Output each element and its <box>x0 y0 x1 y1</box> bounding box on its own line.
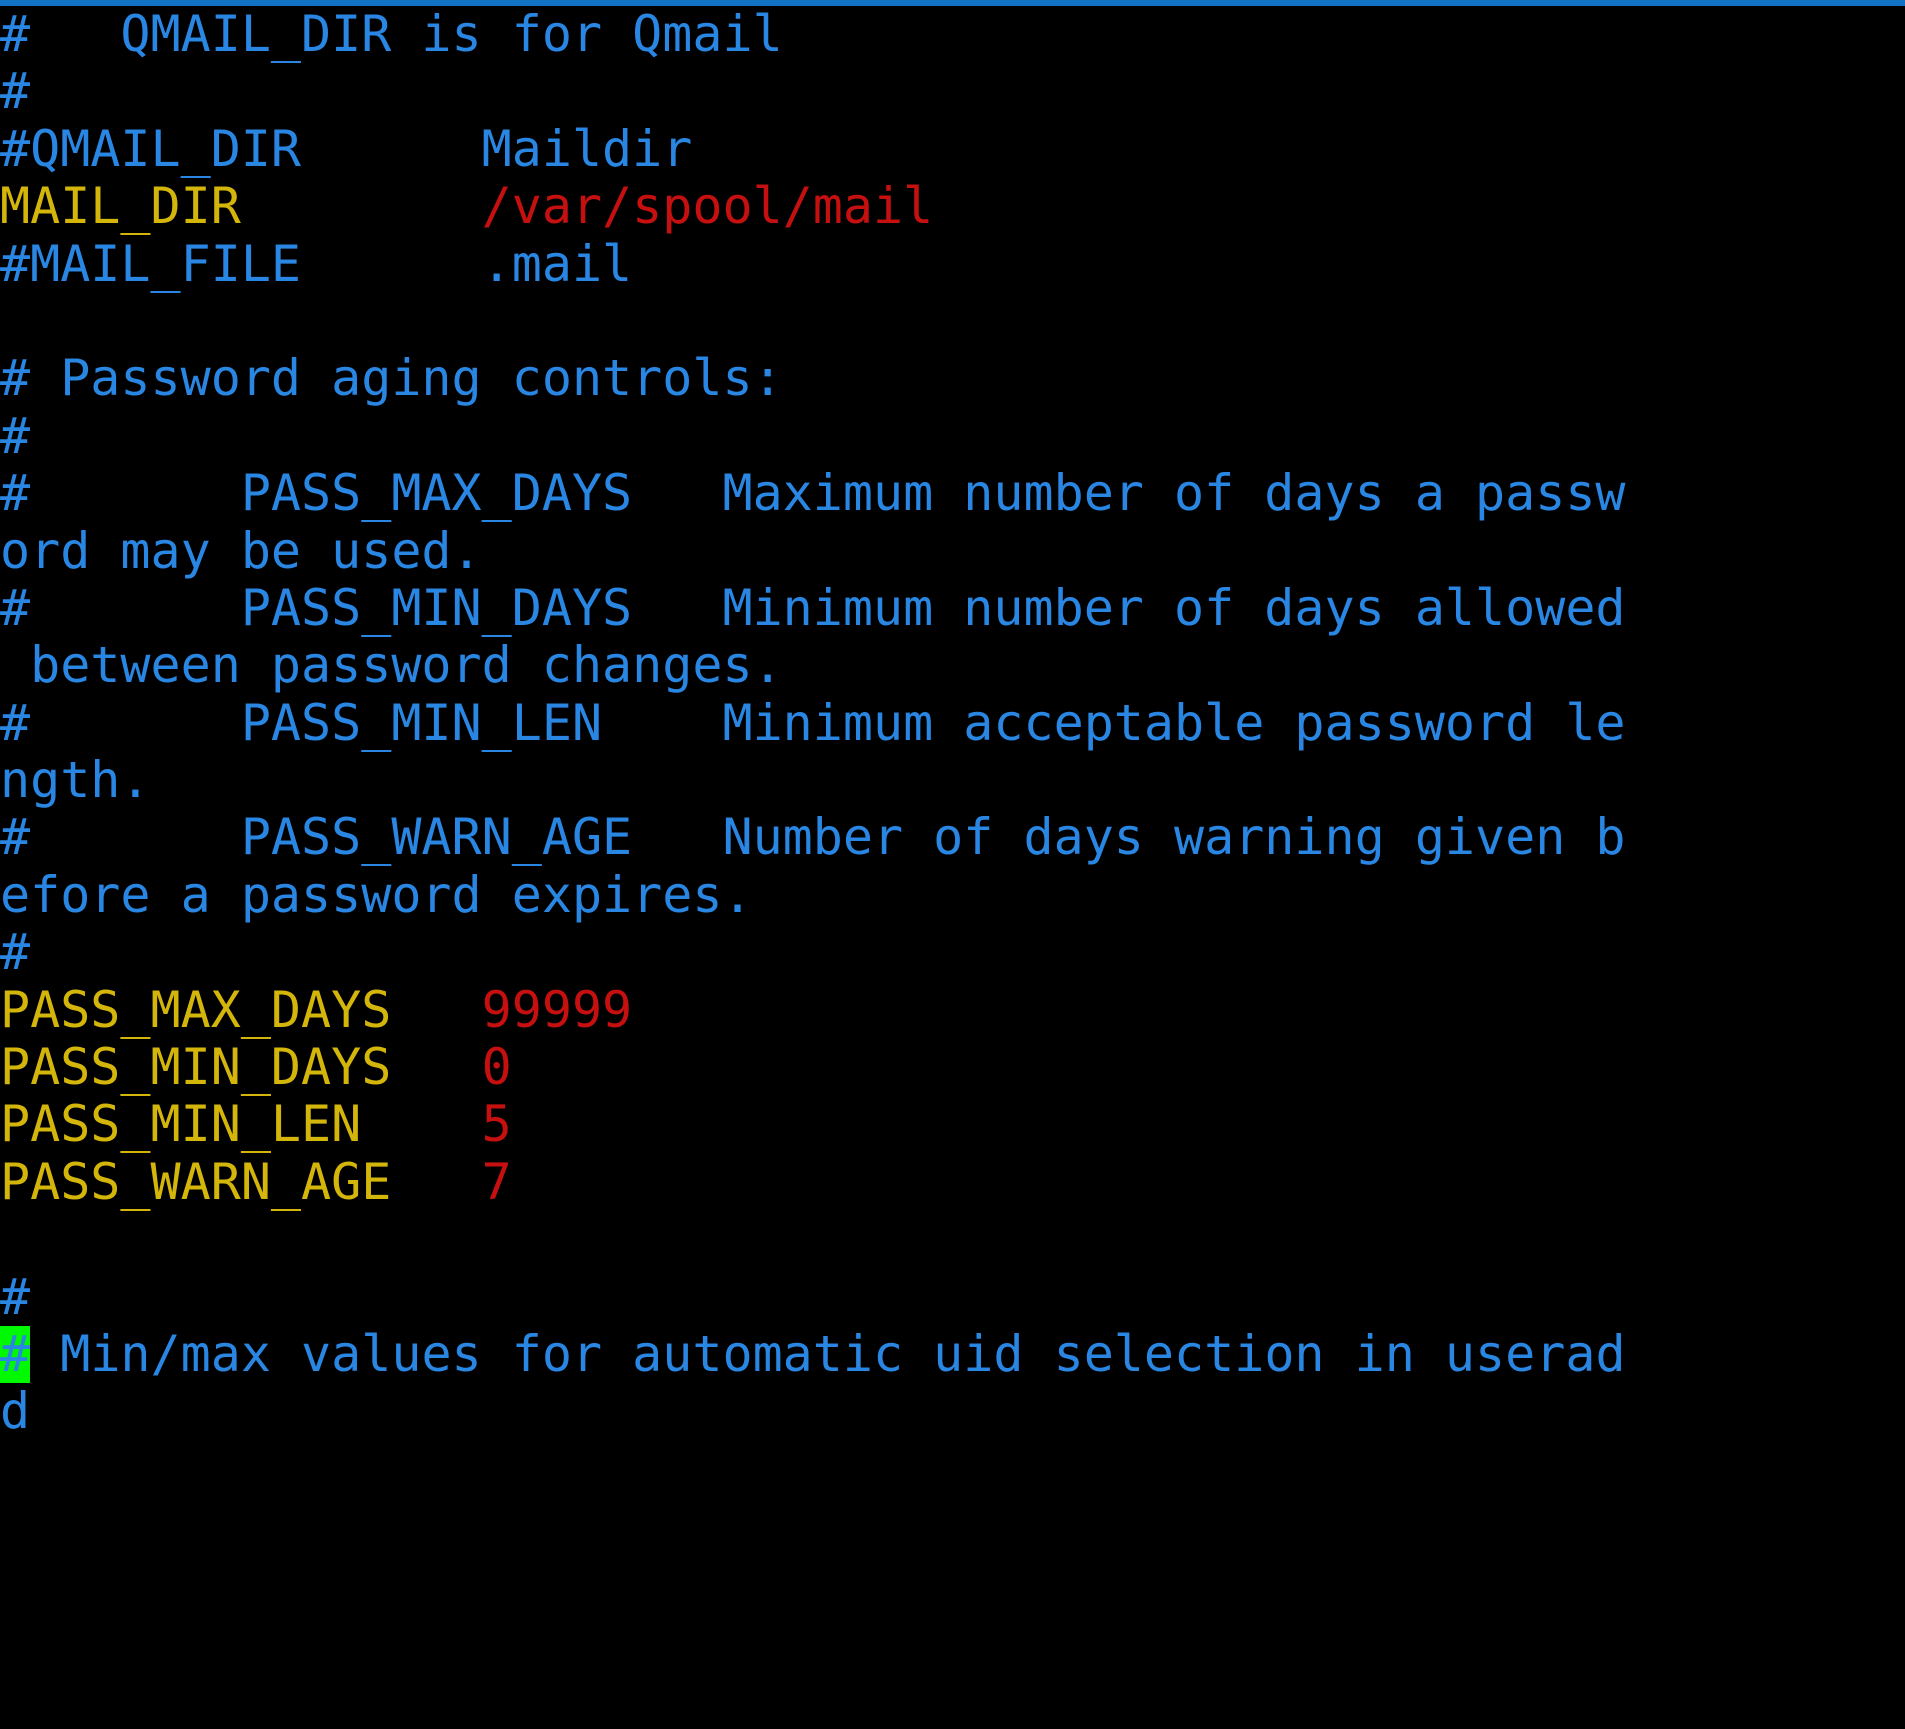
editor-line-segment-comment: ngth. <box>0 751 151 810</box>
editor-line-segment-keyword: PASS_MIN_DAYS <box>0 1038 482 1097</box>
editor-line-segment-keyword: PASS_MAX_DAYS <box>0 980 482 1039</box>
editor-line-segment-comment: efore a password expires. <box>0 865 753 924</box>
editor-line[interactable] <box>0 293 1905 350</box>
editor-line-segment-comment: ord may be used. <box>0 521 482 580</box>
editor-line[interactable]: efore a password expires. <box>0 865 1905 924</box>
editor-line[interactable]: # Password aging controls: <box>0 350 1905 407</box>
editor-line[interactable]: ord may be used. <box>0 521 1905 580</box>
editor-line-segment-comment: #QMAIL_DIR Maildir <box>0 119 693 178</box>
editor-line-segment-comment: # <box>0 406 31 465</box>
editor-line-segment-comment: # PASS_MIN_LEN Minimum acceptable passwo… <box>0 693 1626 752</box>
editor-line-segment-comment: # PASS_MAX_DAYS Maximum number of days a… <box>0 464 1626 523</box>
editor-line-segment-value: 5 <box>481 1095 512 1154</box>
editor-line-segment-comment: Min/max values for automatic uid selecti… <box>30 1324 1626 1383</box>
editor-line[interactable]: # <box>0 1267 1905 1326</box>
editor-line[interactable]: #MAIL_FILE .mail <box>0 234 1905 293</box>
editor-line[interactable]: PASS_MAX_DAYS 99999 <box>0 980 1905 1039</box>
editor-line-segment-comment: between password changes. <box>0 636 783 695</box>
editor-line-segment-value: /var/spool/mail <box>481 177 934 236</box>
editor-line[interactable] <box>0 1211 1905 1268</box>
editor-line-segment-keyword: PASS_MIN_LEN <box>0 1095 482 1154</box>
editor-line[interactable]: #QMAIL_DIR Maildir <box>0 119 1905 178</box>
text-cursor: # <box>0 1324 31 1384</box>
editor-line-segment-comment: #MAIL_FILE .mail <box>0 234 633 293</box>
editor-line-segment-comment: # PASS_WARN_AGE Number of days warning g… <box>0 808 1626 867</box>
editor-line-segment-value: 99999 <box>481 980 633 1039</box>
editor-line-segment-comment: d <box>0 1382 31 1441</box>
editor-line-segment-value: 7 <box>481 1152 512 1211</box>
editor-line-segment-keyword: MAIL_DIR <box>0 177 482 236</box>
editor-line[interactable]: between password changes. <box>0 637 1905 694</box>
editor-line[interactable]: # PASS_MIN_LEN Minimum acceptable passwo… <box>0 693 1905 752</box>
editor-line[interactable]: # <box>0 63 1905 120</box>
terminal-window: # QMAIL_DIR is for Qmail # #QMAIL_DIR Mail… <box>0 0 1905 1729</box>
editor-line-segment-keyword: PASS_WARN_AGE <box>0 1152 482 1211</box>
editor-line[interactable]: PASS_WARN_AGE 7 <box>0 1152 1905 1211</box>
editor-line[interactable]: # PASS_MIN_DAYS Minimum number of days a… <box>0 578 1905 637</box>
editor-line-segment-comment: # Password aging controls: <box>0 349 783 408</box>
editor-line[interactable]: PASS_MIN_LEN 5 <box>0 1096 1905 1153</box>
editor-line[interactable]: MAIL_DIR /var/spool/mail <box>0 177 1905 236</box>
editor-line[interactable]: # <box>0 924 1905 981</box>
editor-line[interactable]: # Min/max values for automatic uid selec… <box>0 1324 1905 1384</box>
editor-line[interactable]: # PASS_WARN_AGE Number of days warning g… <box>0 809 1905 866</box>
editor-line[interactable]: # QMAIL_DIR is for Qmail <box>0 5 1905 63</box>
editor-line-segment-comment: # <box>0 923 31 982</box>
editor-line-segment-value: 0 <box>481 1038 512 1097</box>
editor-line[interactable]: d <box>0 1383 1905 1440</box>
editor-line[interactable]: PASS_MIN_DAYS 0 <box>0 1038 1905 1097</box>
editor-line-segment-comment: # <box>0 1267 31 1326</box>
editor-line-segment-comment: # <box>0 62 31 121</box>
editor-text-area[interactable]: # QMAIL_DIR is for Qmail # #QMAIL_DIR Mail… <box>0 5 1905 1441</box>
editor-line[interactable]: ngth. <box>0 751 1905 810</box>
editor-line[interactable]: # PASS_MAX_DAYS Maximum number of days a… <box>0 464 1905 523</box>
editor-line-segment-comment: # PASS_MIN_DAYS Minimum number of days a… <box>0 578 1626 637</box>
editor-line-segment-comment: # QMAIL_DIR is for Qmail <box>0 5 783 63</box>
editor-line[interactable]: # <box>0 406 1905 465</box>
